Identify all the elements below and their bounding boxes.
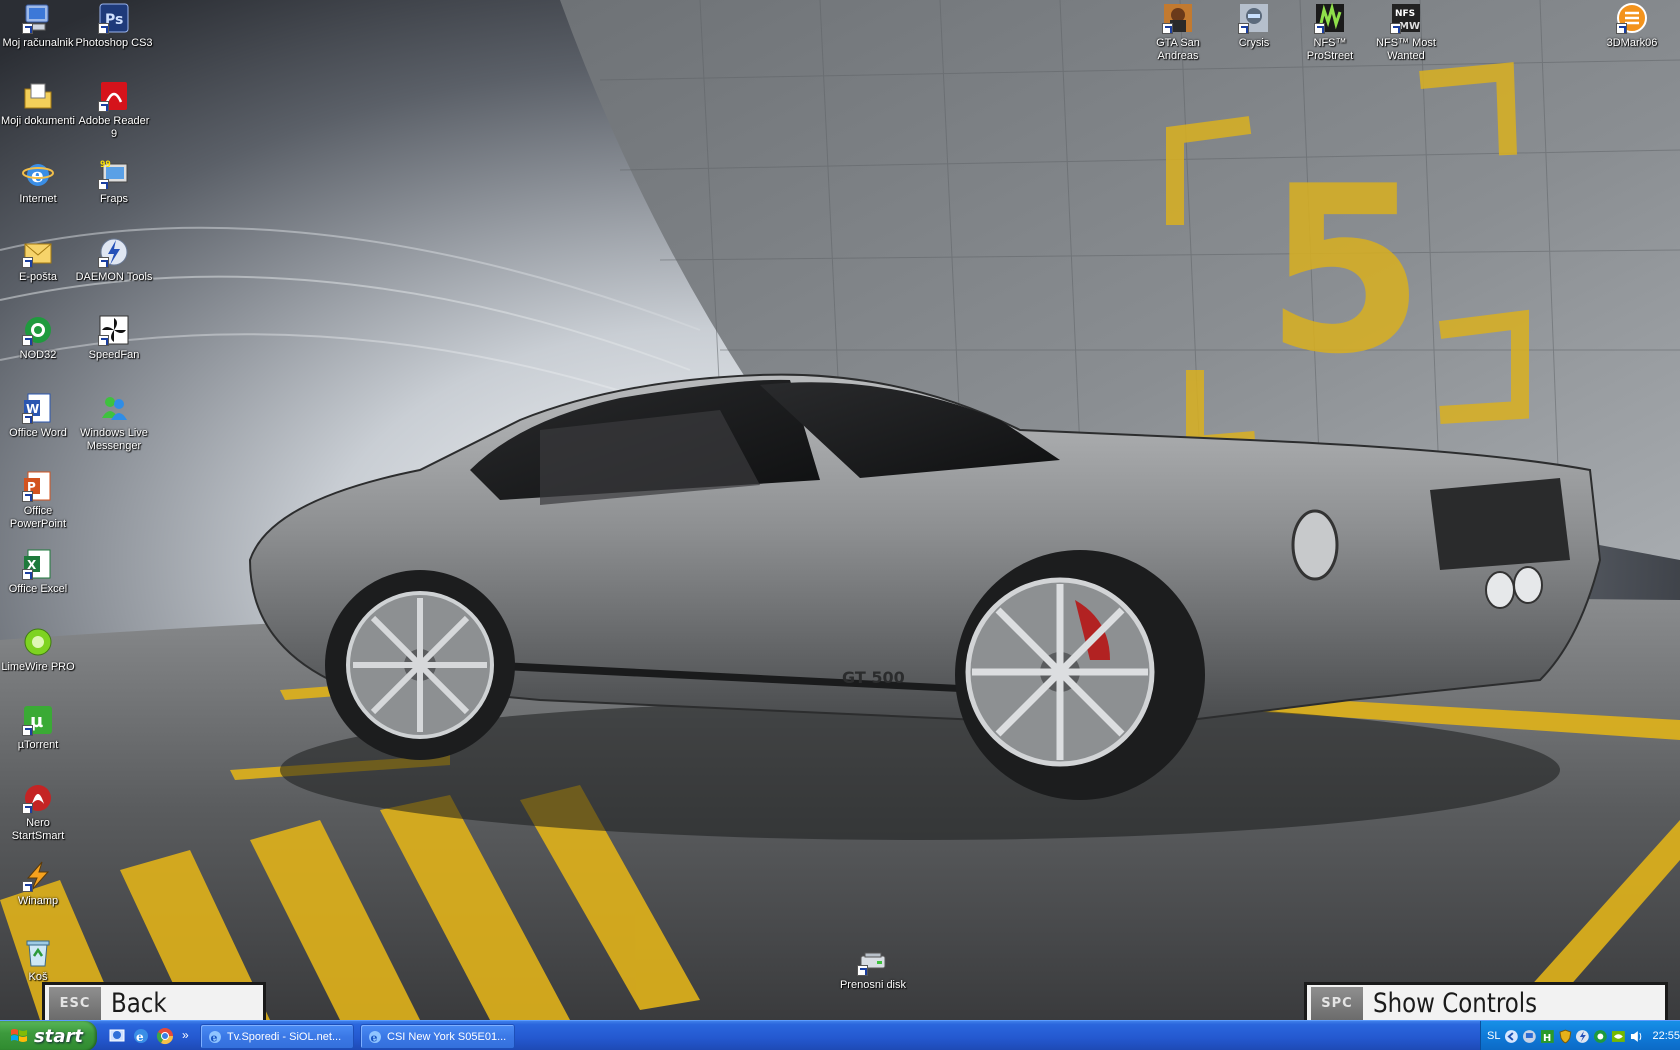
- start-label: start: [34, 1025, 83, 1047]
- nfs-most-wanted-icon: NFS MW: [1390, 2, 1422, 34]
- gta-icon: [1162, 2, 1194, 34]
- speedfan-icon: [98, 314, 130, 346]
- utorrent-icon: µ: [22, 704, 54, 736]
- desktop-icon-office-word[interactable]: W Office Word: [0, 392, 76, 440]
- photoshop-icon: Ps: [98, 2, 130, 34]
- svg-text:H: H: [1543, 1032, 1551, 1043]
- quick-launch: e »: [108, 1027, 189, 1045]
- desktop-icon-nfs-prostreet[interactable]: NFS™ ProStreet: [1292, 2, 1368, 63]
- desktop-icon-internet[interactable]: e Internet: [0, 158, 76, 206]
- windows-logo-icon: [11, 1029, 27, 1042]
- desktop-icon-utorrent[interactable]: µ µTorrent: [0, 704, 76, 752]
- desktop-icon-winamp[interactable]: Winamp: [0, 860, 76, 908]
- wallpaper-scene: 5 GT 500: [0, 0, 1680, 1020]
- hud-spc-key: SPC: [1311, 986, 1363, 1020]
- desktop-icon-gta-san-andreas[interactable]: GTA San Andreas: [1140, 2, 1216, 63]
- internet-explorer-icon: e: [369, 1030, 381, 1044]
- svg-text:e: e: [371, 1031, 378, 1044]
- taskbar-button-tv-sporedi[interactable]: e Tv.Sporedi - SiOL.net...: [200, 1024, 354, 1049]
- recycle-bin-icon: [22, 936, 54, 968]
- nvidia-icon[interactable]: [1611, 1029, 1626, 1044]
- network-icon[interactable]: [1522, 1029, 1537, 1044]
- show-desktop-icon[interactable]: [108, 1027, 126, 1045]
- internet-explorer-icon: e: [22, 158, 54, 190]
- desktop-icon-messenger[interactable]: Windows Live Messenger: [76, 392, 152, 453]
- desktop-icon-removable-disk[interactable]: Prenosni disk: [835, 944, 911, 992]
- hud-back-label: Back: [111, 988, 167, 1019]
- chrome-quicklaunch-icon[interactable]: [156, 1027, 174, 1045]
- start-button[interactable]: start: [0, 1021, 97, 1050]
- desktop-icon-recycle-bin[interactable]: Koš: [0, 936, 76, 984]
- security-shield-icon[interactable]: [1558, 1029, 1573, 1044]
- crysis-icon: [1238, 2, 1270, 34]
- front-wheel: [955, 550, 1205, 800]
- hud-esc-key: ESC: [49, 986, 101, 1020]
- svg-text:e: e: [31, 163, 44, 187]
- nfs-prostreet-icon: [1314, 2, 1346, 34]
- tray-expand-icon[interactable]: [1504, 1029, 1519, 1044]
- desktop-icon-speedfan[interactable]: SpeedFan: [76, 314, 152, 362]
- svg-text:e: e: [136, 1030, 144, 1044]
- nero-icon: [22, 782, 54, 814]
- system-tray: SL H 22:55: [1480, 1021, 1680, 1050]
- desktop-icon-office-excel[interactable]: X Office Excel: [0, 548, 76, 596]
- language-indicator[interactable]: SL: [1487, 1030, 1500, 1042]
- my-documents-icon: [22, 80, 54, 112]
- messenger-icon: [98, 392, 130, 424]
- internet-explorer-icon: e: [209, 1030, 221, 1044]
- desktop-icon-3dmark06[interactable]: 3DMark06: [1594, 2, 1670, 50]
- hud-back-prompt: ESC Back: [42, 982, 266, 1020]
- email-icon: [22, 236, 54, 268]
- fraps-icon: 99: [98, 158, 130, 190]
- desktop-icon-limewire[interactable]: LimeWire PRO: [0, 626, 76, 674]
- desktop-icon-nod32[interactable]: NOD32: [0, 314, 76, 362]
- excel-icon: X: [22, 548, 54, 580]
- volume-icon[interactable]: [1629, 1029, 1644, 1044]
- winamp-icon: [22, 860, 54, 892]
- nod32-tray-icon[interactable]: [1593, 1029, 1608, 1044]
- hud-show-controls-prompt: SPC Show Controls: [1304, 982, 1668, 1020]
- daemon-tools-tray-icon[interactable]: [1575, 1029, 1590, 1044]
- limewire-icon: [22, 626, 54, 658]
- svg-text:e: e: [211, 1031, 218, 1044]
- quick-launch-more-button[interactable]: »: [182, 1027, 189, 1045]
- system-clock[interactable]: 22:55: [1652, 1030, 1680, 1042]
- desktop-icon-my-computer[interactable]: Moj računalnik: [0, 2, 76, 50]
- wall-number: 5: [1265, 138, 1425, 405]
- removable-disk-icon: [857, 944, 889, 976]
- adobe-reader-icon: [98, 80, 130, 112]
- desktop-icon-crysis[interactable]: Crysis: [1216, 2, 1292, 50]
- desktop-icon-daemon-tools[interactable]: DAEMON Tools: [76, 236, 152, 284]
- hud-show-controls-label: Show Controls: [1373, 988, 1538, 1019]
- desktop-icon-my-documents[interactable]: Moji dokumenti: [0, 80, 76, 128]
- update-icon[interactable]: H: [1540, 1029, 1555, 1044]
- svg-text:99: 99: [100, 160, 111, 170]
- desktop-icon-photoshop[interactable]: Ps Photoshop CS3: [75, 2, 153, 50]
- word-icon: W: [22, 392, 54, 424]
- daemon-tools-icon: [98, 236, 130, 268]
- desktop-icon-nfs-most-wanted[interactable]: NFS MW NFS™ Most Wanted: [1368, 2, 1444, 63]
- desktop-icon-nero[interactable]: Nero StartSmart: [0, 782, 76, 843]
- my-computer-icon: [22, 2, 54, 34]
- desktop-icon-email[interactable]: E-pošta: [0, 236, 76, 284]
- powerpoint-icon: P: [22, 470, 54, 502]
- rear-wheel: [325, 570, 515, 760]
- wallpaper: 5 GT 500 ESC Back SPC Show Controls: [0, 0, 1680, 1020]
- taskbar-button-csi-new-york[interactable]: e CSI New York S05E01...: [360, 1024, 515, 1049]
- svg-text:NFS: NFS: [1395, 9, 1415, 19]
- nod32-icon: [22, 314, 54, 346]
- car-stripe-text: GT 500: [842, 668, 905, 687]
- svg-text:MW: MW: [1399, 21, 1420, 32]
- taskbar: start e » e Tv.Sporedi - SiOL.net... e C…: [0, 1020, 1680, 1050]
- 3dmark-icon: [1616, 2, 1648, 34]
- desktop-icon-adobe-reader[interactable]: Adobe Reader 9: [76, 80, 152, 141]
- internet-explorer-quicklaunch-icon[interactable]: e: [132, 1027, 150, 1045]
- desktop-icon-fraps[interactable]: 99 Fraps: [76, 158, 152, 206]
- desktop-icon-office-powerpoint[interactable]: P Office PowerPoint: [0, 470, 76, 531]
